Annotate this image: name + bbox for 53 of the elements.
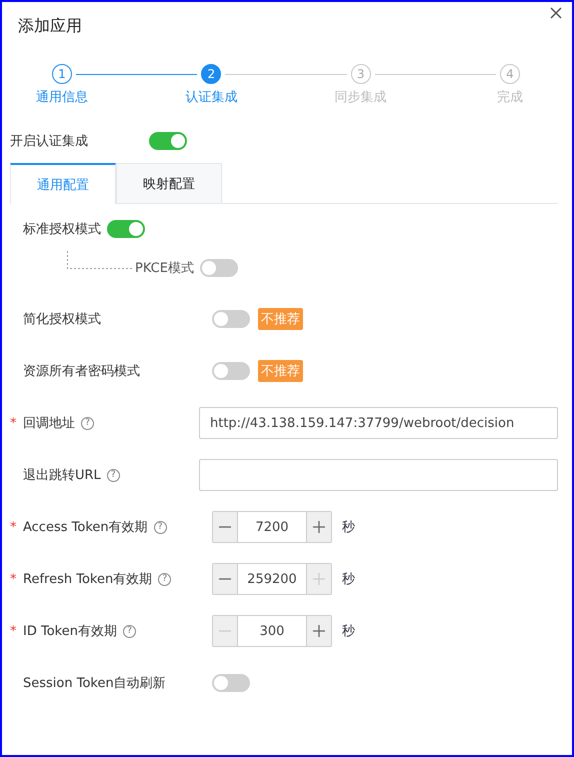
field-label: 简化授权模式 (23, 311, 101, 328)
step-number: 2 (201, 64, 222, 84)
field-label: Refresh Token有效期 (23, 571, 152, 588)
help-icon[interactable]: ? (81, 416, 94, 430)
field-label: PKCE模式 (135, 260, 194, 277)
minus-icon[interactable] (213, 512, 237, 542)
required-mark: * (10, 572, 16, 586)
unit-label: 秒 (342, 519, 355, 536)
required-mark: * (10, 624, 16, 638)
step-label: 完成 (496, 89, 523, 106)
plus-icon[interactable] (307, 616, 331, 646)
number-stepper[interactable]: 300 (212, 615, 332, 647)
help-icon[interactable]: ? (158, 572, 172, 586)
unit-label: 秒 (342, 571, 355, 588)
field-label: Session Token自动刷新 (23, 675, 166, 692)
toggle-switch[interactable] (212, 362, 250, 380)
help-icon[interactable]: ? (106, 468, 120, 482)
field-label: 开启认证集成 (10, 133, 89, 150)
step-label: 通用信息 (36, 89, 88, 106)
toggle-switch[interactable] (107, 220, 145, 238)
connector-line (67, 251, 133, 269)
step-number: 3 (350, 64, 371, 84)
step-label: 同步集成 (334, 89, 387, 106)
toggle-switch[interactable] (149, 132, 187, 150)
step-number: 4 (500, 64, 520, 84)
toggle-switch[interactable] (200, 259, 238, 277)
help-icon[interactable]: ? (122, 624, 136, 638)
step-label: 认证集成 (185, 89, 238, 106)
field-label: 标准授权模式 (23, 221, 101, 238)
warning-tag: 不推荐 (258, 360, 303, 382)
field-label: 资源所有者密码模式 (23, 363, 140, 380)
toggle-switch[interactable] (212, 310, 250, 328)
field-label: 回调地址 (23, 415, 75, 432)
minus-icon[interactable] (213, 564, 237, 594)
toggle-switch[interactable] (212, 674, 250, 692)
tab[interactable]: 映射配置 (116, 163, 222, 203)
warning-tag: 不推荐 (258, 308, 303, 330)
help-icon[interactable]: ? (154, 520, 167, 534)
field-label: Access Token有效期 (23, 519, 148, 536)
number-stepper[interactable]: 7200 (212, 511, 332, 543)
required-mark: * (10, 416, 16, 430)
field-label: 退出跳转URL (23, 467, 101, 484)
unit-label: 秒 (342, 623, 355, 640)
input-field[interactable] (199, 459, 558, 491)
field-label: ID Token有效期 (23, 623, 117, 640)
number-stepper[interactable]: 259200 (212, 563, 332, 595)
close-icon[interactable] (550, 7, 562, 19)
step-number: 1 (52, 64, 72, 84)
tab[interactable]: 通用配置 (10, 163, 116, 204)
dialog-title: 添加应用 (18, 16, 82, 36)
required-mark: * (10, 520, 16, 534)
plus-icon[interactable] (307, 512, 331, 542)
input-field[interactable]: http://43.138.159.147:37799/webroot/decision (199, 407, 558, 439)
